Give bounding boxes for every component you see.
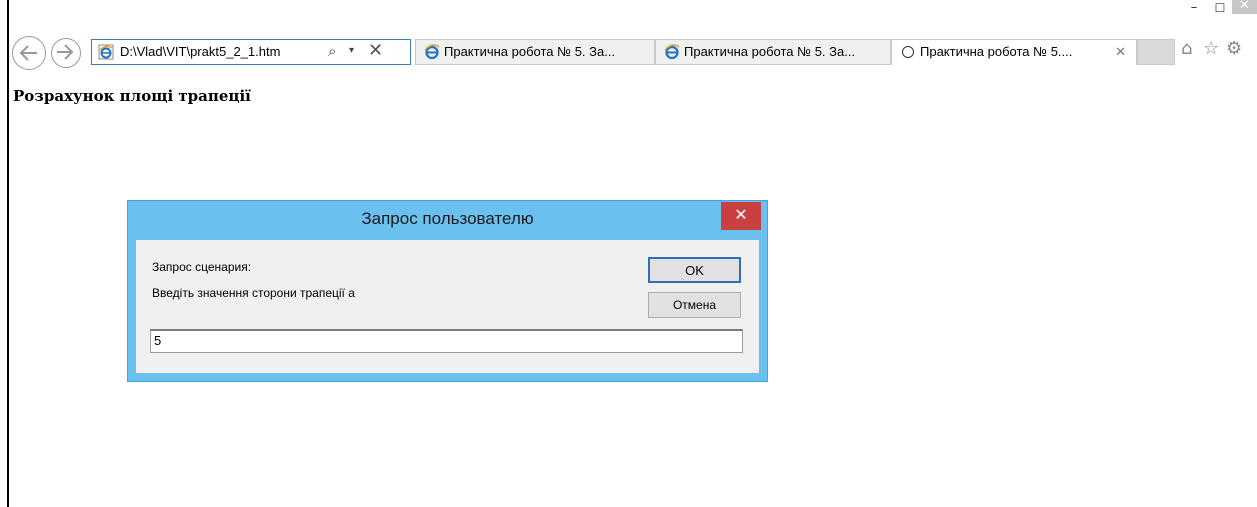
- tab-label: Практична робота № 5. За...: [684, 44, 856, 59]
- home-icon[interactable]: ⌂: [1181, 38, 1192, 59]
- address-bar[interactable]: D:\Vlad\VIT\prakt5_2_1.htm ⌕ ▾ ✕: [91, 39, 411, 65]
- prompt-input[interactable]: 5: [150, 329, 743, 353]
- browser-toolbar: D:\Vlad\VIT\prakt5_2_1.htm ⌕ ▾ ✕ Практич…: [9, 34, 1257, 70]
- tab-label: Практична робота № 5. За...: [444, 44, 616, 59]
- close-window-button[interactable]: ✕: [1232, 0, 1257, 14]
- page-title: Розрахунок площі трапеції: [13, 87, 251, 105]
- dialog-body: Запрос сценария: Введіть значення сторон…: [136, 240, 759, 373]
- forward-button[interactable]: [51, 38, 81, 68]
- ie-icon: [664, 44, 680, 60]
- script-prompt-label: Запрос сценария:: [152, 260, 252, 274]
- tab-label: Практична робота № 5....: [920, 44, 1073, 59]
- chevron-down-icon[interactable]: ▾: [349, 45, 354, 56]
- tab-1[interactable]: Практична робота № 5. За...: [415, 39, 655, 65]
- new-tab-button[interactable]: [1137, 39, 1175, 65]
- cancel-button[interactable]: Отмена: [648, 292, 741, 318]
- tab-close-icon[interactable]: ✕: [1115, 44, 1126, 60]
- ie-icon: [424, 44, 440, 60]
- ie-page-icon: [98, 44, 114, 60]
- dialog-title: Запрос пользователю: [361, 209, 534, 228]
- tab-3-active[interactable]: Практична робота № 5.... ✕: [891, 39, 1137, 65]
- tab-2[interactable]: Практична робота № 5. За...: [655, 39, 891, 65]
- dialog-close-button[interactable]: ✕: [721, 202, 761, 230]
- forward-arrow-icon: [57, 44, 74, 60]
- back-arrow-icon: [19, 45, 37, 61]
- loading-icon: [902, 46, 914, 58]
- prompt-dialog: Запрос пользователю ✕ Запрос сценария: В…: [127, 200, 768, 382]
- stop-icon[interactable]: ✕: [368, 41, 383, 61]
- back-button[interactable]: [12, 36, 46, 70]
- minimize-button[interactable]: –: [1180, 0, 1208, 22]
- ok-button[interactable]: OK: [648, 257, 741, 283]
- window-left-border: [7, 0, 9, 507]
- prompt-message: Введіть значення сторони трапеції a: [152, 286, 355, 300]
- search-icon[interactable]: ⌕: [328, 42, 336, 60]
- gear-icon[interactable]: ⚙: [1226, 38, 1242, 59]
- maximize-button[interactable]: ☐: [1208, 0, 1232, 22]
- address-text[interactable]: D:\Vlad\VIT\prakt5_2_1.htm: [120, 44, 280, 59]
- favorites-icon[interactable]: ☆: [1203, 38, 1219, 59]
